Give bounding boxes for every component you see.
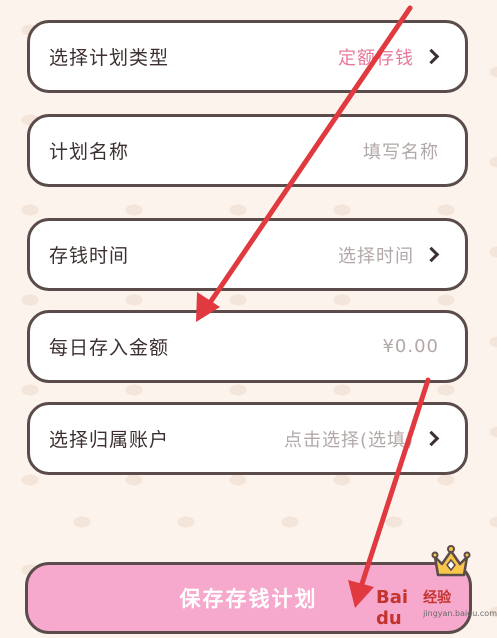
daily-amount-placeholder: ¥0.00: [382, 336, 439, 357]
plan-type-row[interactable]: 选择计划类型 定额存钱: [27, 20, 468, 93]
save-time-selector[interactable]: 选择时间: [338, 242, 440, 268]
daily-amount-label: 每日存入金额: [49, 337, 170, 359]
plan-name-label: 计划名称: [49, 141, 130, 163]
chevron-right-icon: [423, 246, 440, 263]
account-label: 选择归属账户: [49, 429, 170, 451]
watermark-logo: Bai du: [376, 587, 409, 629]
account-row[interactable]: 选择归属账户 点击选择(选填): [27, 402, 468, 475]
save-time-row[interactable]: 存钱时间 选择时间: [27, 218, 468, 291]
watermark-title: 经验: [423, 590, 452, 606]
daily-amount-row[interactable]: 每日存入金额 ¥0.00: [27, 310, 468, 383]
save-time-label: 存钱时间: [49, 245, 130, 267]
save-time-placeholder: 选择时间: [338, 245, 414, 267]
plan-type-selector[interactable]: 定额存钱: [338, 44, 440, 70]
plan-name-input[interactable]: 填写名称: [363, 138, 439, 164]
watermark-url: jingyan.baidu.com: [423, 609, 497, 618]
account-placeholder: 点击选择(选填): [283, 429, 414, 451]
daily-amount-input[interactable]: ¥0.00: [382, 336, 439, 357]
plan-type-label: 选择计划类型: [49, 47, 170, 69]
baidu-jingyan-watermark: Bai du 经验 jingyan.baidu.com: [376, 587, 497, 629]
plan-name-row[interactable]: 计划名称 填写名称: [27, 114, 468, 187]
chevron-right-icon: [423, 430, 440, 447]
chevron-right-icon: [423, 48, 440, 65]
account-selector[interactable]: 点击选择(选填): [283, 426, 440, 452]
plan-type-value: 定额存钱: [338, 47, 414, 69]
crown-icon: [431, 545, 471, 577]
plan-name-placeholder: 填写名称: [363, 141, 439, 163]
